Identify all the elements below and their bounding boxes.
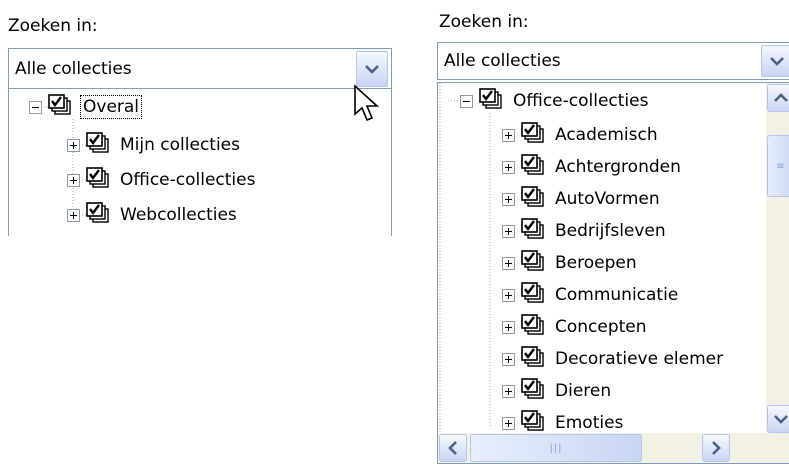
tree-item[interactable]: Concepten [502, 312, 649, 342]
checked-collection-icon[interactable] [86, 132, 110, 158]
tree-item-label: Office-collecties [120, 170, 256, 190]
tree-item-label: Beroepen [555, 253, 637, 273]
tree-item[interactable]: Office-collecties [460, 86, 650, 116]
expand-plus-icon[interactable] [502, 160, 515, 174]
collapse-minus-icon[interactable] [460, 94, 473, 108]
dropdown-button[interactable] [761, 45, 789, 77]
tree-item[interactable]: Decoratieve elemer [502, 344, 725, 374]
chevron-down-icon [365, 65, 379, 74]
expand-plus-icon[interactable] [502, 256, 515, 270]
tree-item-label: Overal [80, 95, 143, 119]
tree-item-label: Communicatie [555, 285, 679, 305]
tree-item[interactable]: Bedrijfsleven [502, 216, 668, 246]
expand-plus-icon[interactable] [502, 192, 515, 206]
vertical-scrollbar[interactable]: ≡ [766, 83, 789, 435]
checked-collection-icon[interactable] [521, 250, 545, 276]
tree-item[interactable]: Achtergronden [502, 152, 683, 182]
expand-plus-icon[interactable] [502, 384, 515, 398]
checked-collection-icon[interactable] [521, 378, 545, 404]
tree-item[interactable]: Communicatie [502, 280, 680, 310]
tree-item-label: Webcollecties [120, 205, 237, 225]
tree-item[interactable]: AutoVormen [502, 184, 662, 214]
checked-collection-icon[interactable] [521, 282, 545, 308]
horizontal-scrollbar[interactable]: ||| [438, 433, 768, 463]
collections-tree: Overal Mijn collecties Office-collecties We… [8, 88, 392, 236]
expand-plus-icon[interactable] [67, 208, 80, 222]
tree-item[interactable]: Office-collecties [67, 165, 257, 195]
tree-item[interactable]: Mijn collecties [67, 130, 242, 160]
tree-item-label: AutoVormen [555, 189, 660, 209]
checked-collection-icon[interactable] [86, 167, 110, 193]
tree-item[interactable]: Beroepen [502, 248, 639, 278]
tree-item-label: Dieren [555, 381, 612, 401]
mouse-pointer-icon [354, 84, 380, 122]
scroll-down-button[interactable] [767, 405, 789, 433]
search-in-label: Zoeken in: [8, 16, 98, 36]
tree-item-label: Emoties [555, 413, 624, 433]
tree-item[interactable]: Webcollecties [67, 200, 239, 230]
checked-collection-icon[interactable] [48, 94, 72, 120]
chevron-down-icon [774, 415, 788, 424]
checked-collection-icon[interactable] [86, 202, 110, 228]
left-search-panel: Zoeken in: Alle collecties Overal Mijn co… [0, 0, 400, 240]
checked-collection-icon[interactable] [479, 88, 503, 114]
tree-item[interactable]: Academisch [502, 120, 660, 150]
checked-collection-icon[interactable] [521, 218, 545, 244]
expand-plus-icon[interactable] [67, 138, 80, 152]
right-search-panel: Zoeken in: Alle collecties Office-collec… [433, 0, 789, 464]
scroll-up-button[interactable] [767, 84, 789, 112]
checked-collection-icon[interactable] [521, 186, 545, 212]
expand-plus-icon[interactable] [502, 416, 515, 430]
chevron-left-icon [448, 441, 457, 455]
grip-icon: ≡ [776, 160, 786, 172]
vertical-scroll-thumb[interactable]: ≡ [767, 135, 789, 197]
expand-plus-icon[interactable] [502, 224, 515, 238]
chevron-right-icon [712, 441, 721, 455]
chevron-up-icon [774, 93, 788, 102]
collections-tree: Office-collecties Academisch Achtergronden… [437, 82, 789, 464]
scroll-right-button[interactable] [702, 434, 730, 462]
expand-plus-icon[interactable] [502, 352, 515, 366]
dropdown-button[interactable] [356, 51, 388, 87]
tree-item-label: Bedrijfsleven [555, 221, 666, 241]
grip-icon: ||| [549, 442, 563, 454]
tree-item-label: Academisch [555, 125, 658, 145]
checked-collection-icon[interactable] [521, 314, 545, 340]
tree-item-label: Achtergronden [555, 157, 681, 177]
tree-item-label: Office-collecties [513, 91, 649, 111]
collections-combobox[interactable]: Alle collecties [437, 42, 789, 80]
scroll-left-button[interactable] [439, 434, 467, 462]
expand-plus-icon[interactable] [502, 320, 515, 334]
scroll-corner [766, 433, 789, 463]
checked-collection-icon[interactable] [521, 122, 545, 148]
tree-item-label: Mijn collecties [120, 135, 240, 155]
collapse-minus-icon[interactable] [29, 100, 42, 114]
tree-item-label: Concepten [555, 317, 647, 337]
collections-combobox[interactable]: Alle collecties [8, 48, 392, 90]
search-in-label: Zoeken in: [439, 12, 529, 32]
expand-plus-icon[interactable] [502, 288, 515, 302]
combo-selected-value: Alle collecties [15, 59, 132, 79]
checked-collection-icon[interactable] [521, 154, 545, 180]
tree-item-label: Decoratieve elemer [555, 349, 724, 369]
tree-item[interactable]: Dieren [502, 376, 613, 406]
checked-collection-icon[interactable] [521, 346, 545, 372]
chevron-down-icon [770, 57, 784, 66]
expand-plus-icon[interactable] [67, 173, 80, 187]
combo-selected-value: Alle collecties [444, 51, 561, 71]
horizontal-scroll-thumb[interactable]: ||| [470, 434, 642, 462]
expand-plus-icon[interactable] [502, 128, 515, 142]
tree-item[interactable]: Overal [29, 92, 143, 122]
